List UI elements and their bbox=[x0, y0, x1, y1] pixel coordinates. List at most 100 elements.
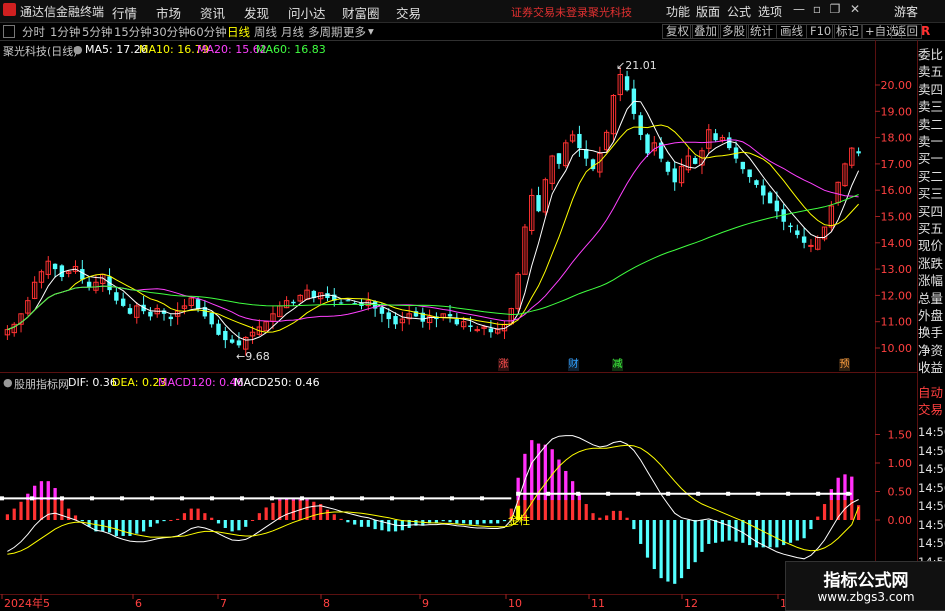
macd-bar bbox=[12, 508, 16, 520]
event-marker-jian[interactable]: 减 bbox=[612, 359, 623, 371]
candle-body bbox=[114, 292, 119, 301]
candle-body bbox=[52, 263, 58, 270]
macd-level-line-2-dot bbox=[846, 491, 851, 496]
macd-level-line-1-dot bbox=[0, 496, 4, 501]
macd-bar bbox=[455, 520, 459, 524]
macd-bar-highlight bbox=[278, 499, 282, 501]
quote-field-2[interactable]: 交易 bbox=[918, 402, 945, 417]
macd-bar bbox=[605, 515, 609, 520]
xtick-label: 8 bbox=[323, 597, 330, 609]
ytick-label: 19.00 bbox=[881, 105, 913, 118]
ytick-label: 11.00 bbox=[881, 316, 913, 329]
macd-bar bbox=[598, 517, 602, 520]
macd-bar bbox=[700, 520, 704, 552]
macd-bar bbox=[625, 517, 629, 520]
macd-level-line-2-dot bbox=[516, 491, 521, 496]
macd-bar bbox=[230, 520, 234, 532]
macd-bar bbox=[141, 520, 146, 532]
candle-body bbox=[379, 307, 385, 314]
candle-body bbox=[754, 180, 759, 185]
macd-bar bbox=[788, 520, 793, 543]
macd-bar bbox=[475, 520, 479, 525]
macd-bar bbox=[679, 520, 684, 579]
event-marker-cai[interactable]: 财 bbox=[568, 359, 579, 371]
macd-bar bbox=[196, 508, 200, 520]
macd-bar bbox=[80, 520, 84, 522]
macd-bar bbox=[353, 520, 357, 525]
candle-body bbox=[761, 185, 766, 196]
dea-line bbox=[7, 444, 860, 555]
macd-level-line-2-dot bbox=[696, 491, 701, 496]
quote-field: 卖一 bbox=[918, 134, 944, 149]
macd-bar bbox=[822, 504, 827, 520]
candle-body bbox=[692, 157, 698, 164]
macd-bar bbox=[693, 520, 697, 563]
macd-bar bbox=[250, 520, 255, 521]
trade-time: 14:56 bbox=[918, 443, 945, 458]
trade-time: 14:56 bbox=[918, 462, 945, 476]
macd-level-line-2-dot bbox=[546, 491, 551, 496]
candle-body bbox=[645, 134, 650, 154]
candle-body bbox=[338, 302, 344, 304]
macd-bar bbox=[5, 514, 10, 520]
candle-body bbox=[223, 330, 228, 341]
macd-bar bbox=[155, 520, 159, 524]
candle-body bbox=[767, 192, 773, 204]
macd-bar bbox=[441, 520, 445, 522]
candle-body bbox=[195, 299, 201, 309]
xtick-label: 11 bbox=[591, 597, 605, 609]
macd-bar bbox=[244, 520, 248, 527]
macd-level-line-2-dot bbox=[576, 491, 581, 496]
trade-time: 14:56 bbox=[918, 425, 945, 439]
event-marker-yu[interactable]: 预 bbox=[839, 359, 850, 371]
macd-bar-highlight bbox=[305, 499, 309, 501]
candle-body bbox=[624, 76, 630, 91]
macd-bar bbox=[591, 513, 595, 520]
macd-bar bbox=[373, 520, 377, 530]
macd-bar bbox=[182, 513, 187, 520]
ytick-label: 14.00 bbox=[881, 237, 913, 250]
trade-time: 14:56 bbox=[918, 499, 945, 513]
macd-bar bbox=[271, 502, 275, 520]
low-price-label: ←9.68 bbox=[236, 350, 270, 363]
quote-field: 卖四 bbox=[918, 81, 944, 97]
macd-bar-highlight bbox=[570, 481, 575, 501]
macd-level-line-1-dot bbox=[270, 496, 274, 501]
candle-body bbox=[536, 195, 541, 212]
xtick-label: 9 bbox=[422, 597, 429, 609]
macd-bar bbox=[611, 510, 616, 520]
candle-body bbox=[727, 137, 732, 149]
macd-bar bbox=[346, 520, 350, 523]
candle-body bbox=[59, 265, 65, 277]
macd-bar-highlight bbox=[843, 474, 847, 501]
candle-body bbox=[801, 236, 807, 243]
candle-body bbox=[393, 316, 398, 325]
macd-bar-highlight bbox=[836, 477, 840, 501]
macd-bar bbox=[135, 520, 139, 534]
event-marker-zhang[interactable]: 涨 bbox=[498, 359, 509, 371]
xtick-label: 2024年 bbox=[4, 596, 43, 609]
macd-level-line-1-dot bbox=[300, 496, 304, 501]
quote-field: 买三 bbox=[918, 186, 944, 202]
candle-body bbox=[638, 115, 643, 135]
macd-bar bbox=[448, 520, 452, 523]
macd-level-line-1-dot bbox=[360, 496, 364, 501]
site-watermark: 指标公式网 www.zbgs3.com bbox=[785, 561, 945, 611]
quote-field: 收益 bbox=[918, 360, 944, 376]
sub-ytick-label: 0.50 bbox=[888, 486, 913, 499]
macd-level-line-2-dot bbox=[726, 491, 731, 496]
macd-bar bbox=[761, 520, 765, 548]
macd-bar bbox=[707, 520, 711, 544]
high-price-label: ↙21.01 bbox=[616, 59, 657, 72]
macd-level-line-2-dot bbox=[636, 491, 641, 496]
macd-bar bbox=[775, 520, 779, 548]
xtick-label: 10 bbox=[508, 597, 522, 609]
macd-bar bbox=[639, 520, 643, 544]
quote-field-2[interactable]: 自动 bbox=[918, 385, 945, 400]
xtick-label: 12 bbox=[684, 597, 698, 609]
quote-field: 买五 bbox=[918, 221, 944, 236]
xtick-label: 6 bbox=[135, 597, 142, 609]
macd-bar bbox=[107, 520, 112, 533]
kline-chart[interactable]: 20.00 19.00 18.00 17.00 16.00 15.00 14.00 13.00… bbox=[0, 0, 945, 609]
candle-body bbox=[788, 225, 793, 228]
